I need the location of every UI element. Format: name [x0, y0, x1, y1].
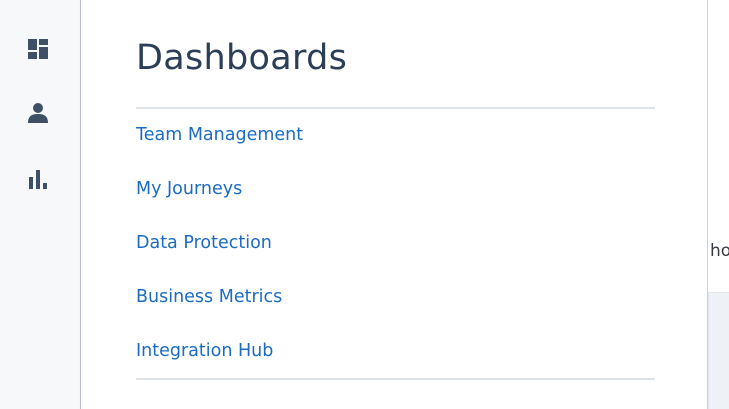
dashboard-icon[interactable]	[26, 37, 50, 61]
dashboard-link-list: Team Management My Journeys Data Protect…	[136, 118, 303, 388]
link-business-metrics[interactable]: Business Metrics	[136, 287, 282, 307]
user-icon[interactable]	[26, 101, 50, 125]
link-integration-hub[interactable]: Integration Hub	[136, 341, 273, 361]
link-team-management[interactable]: Team Management	[136, 125, 303, 145]
bar-chart-icon[interactable]	[26, 167, 50, 191]
background-partial-text: hou	[710, 241, 729, 261]
link-data-protection[interactable]: Data Protection	[136, 233, 272, 253]
bottom-divider	[136, 378, 655, 380]
top-divider	[136, 107, 655, 109]
list-item: Business Metrics	[136, 280, 303, 334]
list-item: My Journeys	[136, 172, 303, 226]
list-item: Team Management	[136, 118, 303, 172]
list-item: Data Protection	[136, 226, 303, 280]
panel-title: Dashboards	[136, 38, 348, 78]
link-my-journeys[interactable]: My Journeys	[136, 179, 242, 199]
dashboards-flyout-panel: Dashboards Team Management My Journeys D…	[80, 0, 708, 409]
icon-sidebar	[0, 0, 80, 409]
background-card	[708, 292, 729, 409]
